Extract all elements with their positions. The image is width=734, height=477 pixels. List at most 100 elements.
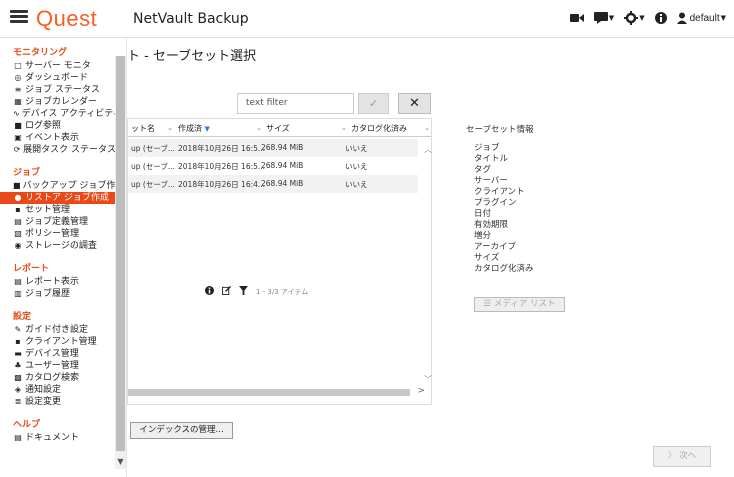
sidebar-item-icon: ≡ <box>14 85 22 94</box>
sidebar-item[interactable]: ✎ ガイド付き設定 <box>0 324 116 336</box>
info-icon[interactable] <box>654 11 667 25</box>
sidebar-item-label: ポリシー管理 <box>25 229 80 239</box>
sidebar-item[interactable]: ▦ ジョブカレンダー <box>0 96 116 108</box>
user-name: default <box>689 12 720 24</box>
saveset-info-field: 日付 <box>474 209 492 219</box>
apply-filter-button[interactable]: ✓ <box>358 93 389 114</box>
saveset-info-field: サーバー <box>474 176 508 186</box>
sidebar-item-label: レポート表示 <box>25 277 80 287</box>
column-header-saveset-name[interactable]: ット名 <box>131 123 155 134</box>
sidebar-item[interactable]: ∿ デバイス アクティビティ <box>0 108 116 120</box>
sidebar-item[interactable]: ▧ ポリシー管理 <box>0 228 116 240</box>
text-filter-input[interactable]: text filter <box>237 93 354 114</box>
sidebar-item-icon: ≣ <box>14 397 22 406</box>
sidebar-item[interactable]: ▤ ジョブ定義管理 <box>0 216 116 228</box>
saveset-info-field: サイズ <box>474 253 500 263</box>
user-menu[interactable]: default ▼ <box>676 11 726 25</box>
user-icon <box>676 12 687 24</box>
chevron-down-icon[interactable]: ⌄ <box>256 124 262 132</box>
sidebar-item-icon: ✎ <box>14 325 22 334</box>
chat-icon[interactable]: ▼ <box>593 11 614 25</box>
sidebar-item[interactable]: □ サーバー モニタ <box>0 60 116 72</box>
sidebar-section-title: モニタリング <box>13 48 68 58</box>
video-icon[interactable] <box>569 11 584 25</box>
table-row[interactable]: up (セーブ... 2018年10月26日 16:5... 268.94 Mi… <box>128 139 418 157</box>
table-row[interactable]: up (セーブ... 2018年10月26日 16:4... 268.94 Mi… <box>128 175 418 193</box>
settings-icon[interactable]: ▼ <box>624 11 645 25</box>
sidebar-item-label: カタログ検索 <box>25 373 80 383</box>
sidebar-item-icon: ● <box>14 193 22 202</box>
chevron-down-icon[interactable]: ⌄ <box>341 124 347 132</box>
sidebar-item[interactable]: ⟳ 展開タスク ステータス <box>0 144 116 156</box>
sidebar-item[interactable]: ≣ 設定変更 <box>0 396 116 408</box>
chevron-down-icon[interactable]: ⌄ <box>167 124 173 132</box>
menu-icon[interactable] <box>10 10 28 24</box>
sidebar-item-icon: ▧ <box>14 229 22 238</box>
scrollbar-thumb[interactable] <box>128 389 410 396</box>
sidebar-item[interactable]: ≡ ジョブ ステータス <box>0 84 116 96</box>
sidebar-item[interactable]: ▤ レポート表示 <box>0 276 116 288</box>
sidebar-item-icon: ▥ <box>14 289 22 298</box>
sidebar-item[interactable]: ▩ カタログ検索 <box>0 372 116 384</box>
chevron-down-icon[interactable]: ▼ <box>115 455 126 469</box>
saveset-info-fields: ジョブ タイトル タグ サーバー クライアント プラグイン 日付 有効期限 増分 アーカイブ サイズ… <box>474 143 534 275</box>
sidebar-item-label: バックアップ ジョブ作成 <box>22 181 116 191</box>
sidebar-item-icon: ▪ <box>15 337 21 346</box>
cell-cataloged: いいえ <box>345 144 368 153</box>
media-list-button[interactable]: ☰ メディア リスト <box>474 297 565 312</box>
sidebar-item[interactable]: ◎ ダッシュボード <box>0 72 116 84</box>
sidebar-item-icon: ▩ <box>14 373 22 382</box>
sidebar-item[interactable]: ▥ ジョブ履歴 <box>0 288 116 300</box>
cell-saveset-name: up (セーブ... <box>131 180 176 189</box>
chevron-right-icon[interactable]: > <box>417 386 425 396</box>
sidebar-item[interactable]: ◉ ストレージの調査 <box>0 240 116 252</box>
cell-size: 268.94 MiB <box>261 143 304 152</box>
cell-cataloged: いいえ <box>345 180 368 189</box>
sidebar-item-icon: ◉ <box>14 241 22 250</box>
sidebar-item[interactable]: ▬ デバイス管理 <box>0 348 116 360</box>
sidebar-item-icon: ▬ <box>14 349 22 358</box>
sidebar-item[interactable]: ◈ 通知設定 <box>0 384 116 396</box>
sidebar-item-label: 設定変更 <box>25 397 62 407</box>
cell-size: 268.94 MiB <box>261 179 304 188</box>
chevron-down-icon[interactable]: ﹀ <box>424 374 432 385</box>
scrollbar-thumb[interactable] <box>116 56 125 451</box>
manage-indexes-button[interactable]: インデックスの管理... <box>130 422 233 439</box>
horizontal-scrollbar[interactable]: > <box>128 386 431 397</box>
clear-filter-button[interactable]: ✕ <box>398 93 431 114</box>
saveset-info-field: タグ <box>474 165 492 175</box>
sidebar-scrollbar[interactable]: ▼ <box>115 56 126 469</box>
sidebar-item[interactable]: ■ バックアップ ジョブ作成 <box>0 180 116 192</box>
sidebar-item[interactable]: ▤ ドキュメント <box>0 432 116 444</box>
chevron-up-icon[interactable]: ︿ <box>424 144 432 155</box>
sidebar-item[interactable]: ● リストア ジョブ作成 <box>0 192 116 204</box>
sidebar-nav: モニタリング □ サーバー モニタ ◎ ダッシュボード ≡ ジョブ ステータス ▦ ジョブカレン… <box>0 38 126 444</box>
sidebar-item[interactable]: ▪ セット管理 <box>0 204 116 216</box>
edit-icon[interactable] <box>222 285 232 297</box>
sidebar-item[interactable]: ■ ログ参照 <box>0 120 116 132</box>
column-header-cataloged[interactable]: カタログ化済み <box>351 123 407 134</box>
sidebar-item-label: ジョブ履歴 <box>25 289 71 299</box>
saveset-info-field: 増分 <box>474 231 492 241</box>
cell-created: 2018年10月26日 16:4... <box>178 180 266 189</box>
saveset-info-field: カタログ化済み <box>474 264 534 274</box>
column-header-created[interactable]: 作成済 ▼ <box>178 123 210 134</box>
sidebar-item-label: デバイス管理 <box>25 349 79 359</box>
sidebar-item[interactable]: ▪ クライアント管理 <box>0 336 116 348</box>
chevron-down-icon[interactable]: ⌄ <box>424 124 430 132</box>
sidebar-item[interactable]: ▣ イベント表示 <box>0 132 116 144</box>
info-icon[interactable] <box>205 286 214 297</box>
column-header-size[interactable]: サイズ <box>266 123 290 134</box>
filter-icon[interactable] <box>239 286 248 297</box>
cell-created: 2018年10月26日 16:5... <box>178 162 266 171</box>
table-row[interactable]: up (セーブ... 2018年10月26日 16:5... 268.94 Mi… <box>128 157 418 175</box>
sidebar-item-icon: □ <box>14 61 22 70</box>
sidebar-section-title: 設定 <box>13 312 32 322</box>
header-toolbar: ▼ ▼ default ▼ <box>569 11 726 25</box>
sidebar-item[interactable]: ♣ ユーザー管理 <box>0 360 116 372</box>
sidebar-item-label: ジョブカレンダー <box>25 97 98 107</box>
item-count: 1 - 3/3 アイテム <box>256 287 309 296</box>
next-button[interactable]: 〉 次へ <box>653 446 711 467</box>
saveset-info-field: プラグイン <box>474 198 517 208</box>
saveset-info-field: アーカイブ <box>474 242 516 252</box>
